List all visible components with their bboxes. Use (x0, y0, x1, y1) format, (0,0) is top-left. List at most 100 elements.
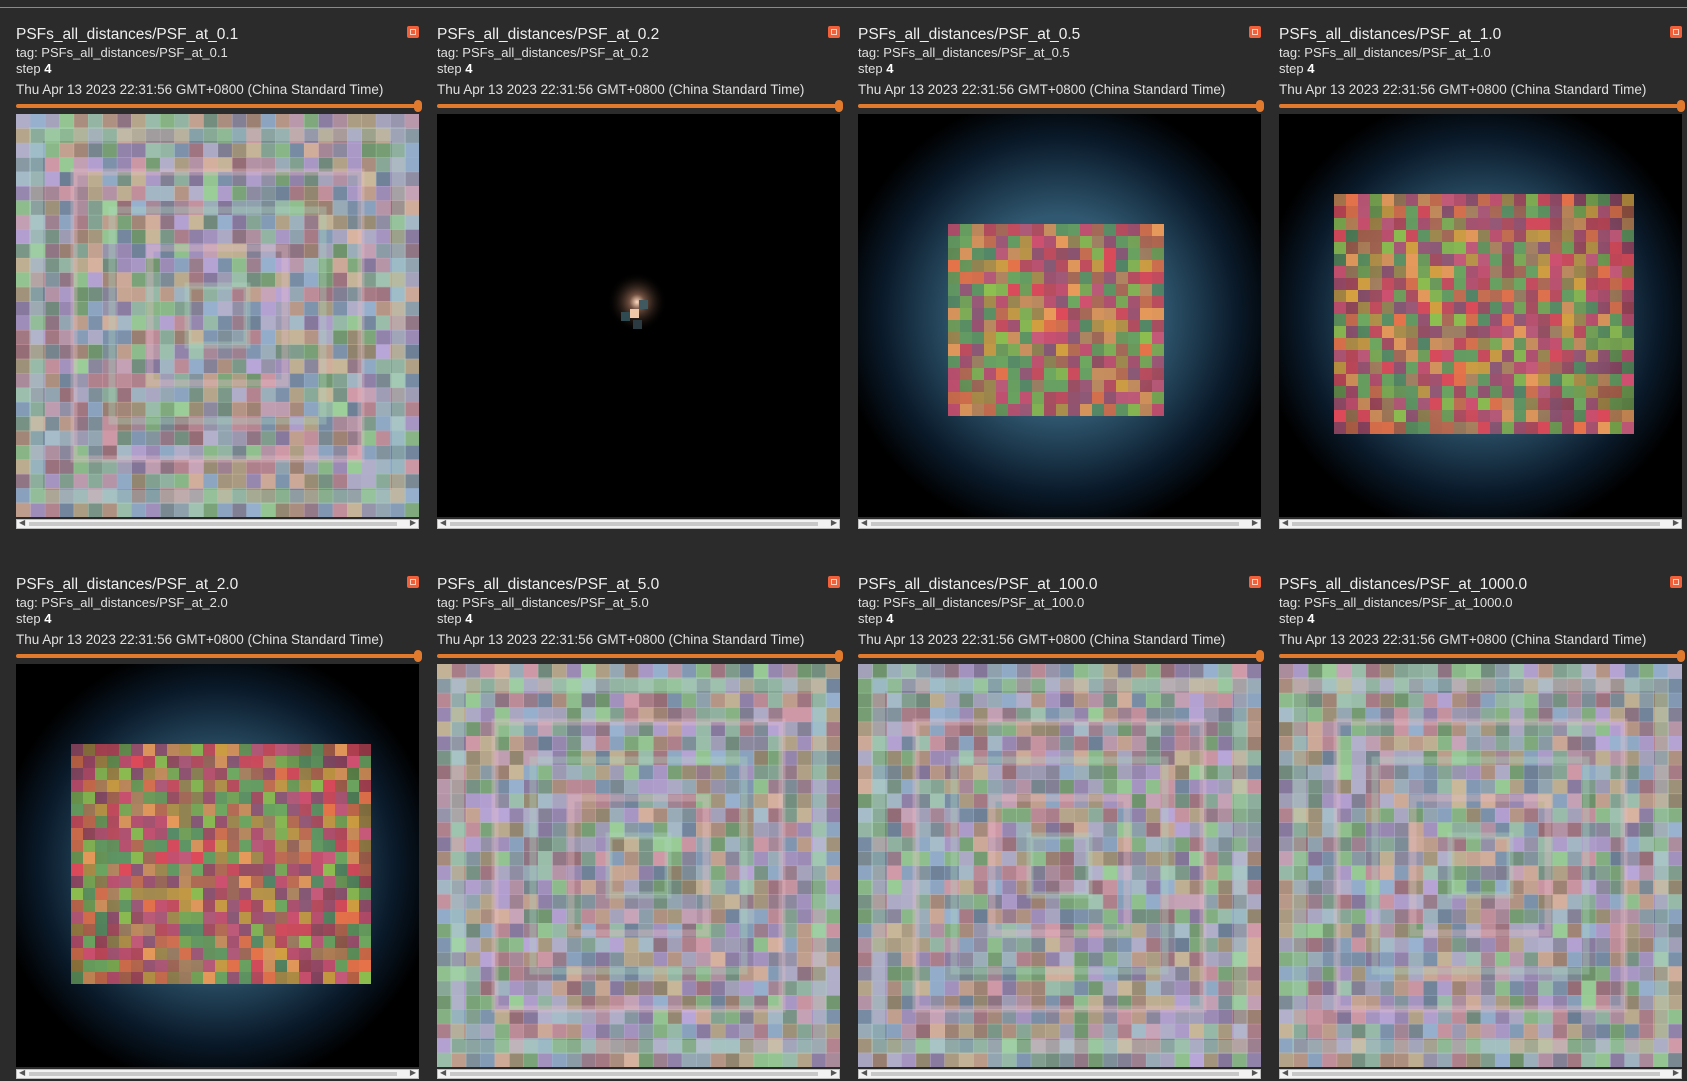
card-step: step 4 (1279, 611, 1314, 626)
scroll-right-icon[interactable]: ▶ (831, 1068, 837, 1078)
psf-image (437, 664, 840, 1067)
step-slider[interactable] (437, 650, 843, 662)
scroll-right-icon[interactable]: ▶ (831, 518, 837, 528)
step-slider[interactable] (16, 100, 422, 112)
card-step: step 4 (437, 61, 472, 76)
scroll-left-icon[interactable]: ◀ (19, 1068, 25, 1078)
card-tag: tag: PSFs_all_distances/PSF_at_100.0 (858, 595, 1085, 610)
card-step: step 4 (1279, 61, 1314, 76)
step-label: step (858, 611, 883, 626)
scroll-right-icon[interactable]: ▶ (1252, 518, 1258, 528)
image-card: PSFs_all_distances/PSF_at_0.1 tag: PSFs_… (0, 0, 422, 529)
horizontal-scrollbar[interactable]: ◀ ▶ (16, 518, 419, 529)
scrollbar-thumb[interactable] (871, 1072, 1239, 1076)
expand-icon[interactable] (1670, 576, 1682, 588)
image-card: PSFs_all_distances/PSF_at_2.0 tag: PSFs_… (0, 550, 422, 1079)
expand-icon[interactable] (828, 26, 840, 38)
scrollbar-thumb[interactable] (29, 1072, 397, 1076)
step-value: 4 (44, 611, 52, 626)
card-title: PSFs_all_distances/PSF_at_1000.0 (1279, 576, 1528, 593)
psf-image (858, 114, 1261, 517)
expand-icon[interactable] (407, 26, 419, 38)
scroll-left-icon[interactable]: ◀ (861, 1068, 867, 1078)
psf-image (437, 114, 840, 517)
step-slider[interactable] (858, 650, 1264, 662)
step-slider[interactable] (858, 100, 1264, 112)
card-timestamp: Thu Apr 13 2023 22:31:56 GMT+0800 (China… (16, 632, 384, 647)
scroll-right-icon[interactable]: ▶ (1673, 1068, 1679, 1078)
step-value: 4 (886, 61, 894, 76)
step-slider[interactable] (1279, 650, 1685, 662)
expand-icon[interactable] (1249, 26, 1261, 38)
card-step: step 4 (858, 611, 893, 626)
scroll-left-icon[interactable]: ◀ (19, 518, 25, 528)
psf-image (1279, 114, 1682, 517)
card-timestamp: Thu Apr 13 2023 22:31:56 GMT+0800 (China… (437, 632, 805, 647)
image-card: PSFs_all_distances/PSF_at_0.5 tag: PSFs_… (842, 0, 1264, 529)
image-card-grid: PSFs_all_distances/PSF_at_0.1 tag: PSFs_… (0, 0, 1687, 1081)
step-slider[interactable] (1279, 100, 1685, 112)
image-card: PSFs_all_distances/PSF_at_5.0 tag: PSFs_… (421, 550, 843, 1079)
card-title: PSFs_all_distances/PSF_at_5.0 (437, 576, 660, 593)
scroll-left-icon[interactable]: ◀ (440, 1068, 446, 1078)
scrollbar-thumb[interactable] (450, 522, 818, 526)
step-label: step (858, 61, 883, 76)
image-card: PSFs_all_distances/PSF_at_1.0 tag: PSFs_… (1263, 0, 1685, 529)
card-timestamp: Thu Apr 13 2023 22:31:56 GMT+0800 (China… (858, 632, 1226, 647)
card-timestamp: Thu Apr 13 2023 22:31:56 GMT+0800 (China… (1279, 632, 1647, 647)
step-slider[interactable] (437, 100, 843, 112)
horizontal-scrollbar[interactable]: ◀ ▶ (1279, 518, 1682, 529)
scrollbar-thumb[interactable] (450, 1072, 818, 1076)
slider-thumb[interactable] (1677, 650, 1685, 662)
horizontal-scrollbar[interactable]: ◀ ▶ (858, 518, 1261, 529)
step-value: 4 (1307, 61, 1315, 76)
step-label: step (16, 611, 41, 626)
scroll-left-icon[interactable]: ◀ (1282, 1068, 1288, 1078)
image-card: PSFs_all_distances/PSF_at_100.0 tag: PSF… (842, 550, 1264, 1079)
card-timestamp: Thu Apr 13 2023 22:31:56 GMT+0800 (China… (858, 82, 1226, 97)
scroll-left-icon[interactable]: ◀ (1282, 518, 1288, 528)
card-tag: tag: PSFs_all_distances/PSF_at_1000.0 (1279, 595, 1513, 610)
scrollbar-thumb[interactable] (29, 522, 397, 526)
expand-icon[interactable] (1249, 576, 1261, 588)
horizontal-scrollbar[interactable]: ◀ ▶ (437, 1068, 840, 1079)
step-label: step (1279, 61, 1304, 76)
scroll-right-icon[interactable]: ▶ (1252, 1068, 1258, 1078)
horizontal-scrollbar[interactable]: ◀ ▶ (437, 518, 840, 529)
step-label: step (437, 611, 462, 626)
card-title: PSFs_all_distances/PSF_at_100.0 (858, 576, 1098, 593)
card-tag: tag: PSFs_all_distances/PSF_at_5.0 (437, 595, 649, 610)
card-step: step 4 (16, 61, 51, 76)
psf-image (858, 664, 1261, 1067)
card-title: PSFs_all_distances/PSF_at_2.0 (16, 576, 239, 593)
expand-icon[interactable] (407, 576, 419, 588)
expand-icon[interactable] (1670, 26, 1682, 38)
card-timestamp: Thu Apr 13 2023 22:31:56 GMT+0800 (China… (1279, 82, 1647, 97)
scroll-left-icon[interactable]: ◀ (440, 518, 446, 528)
scroll-right-icon[interactable]: ▶ (1673, 518, 1679, 528)
card-step: step 4 (858, 61, 893, 76)
horizontal-scrollbar[interactable]: ◀ ▶ (16, 1068, 419, 1079)
scroll-left-icon[interactable]: ◀ (861, 518, 867, 528)
card-timestamp: Thu Apr 13 2023 22:31:56 GMT+0800 (China… (437, 82, 805, 97)
scroll-right-icon[interactable]: ▶ (410, 1068, 416, 1078)
slider-thumb[interactable] (1677, 100, 1685, 112)
scroll-right-icon[interactable]: ▶ (410, 518, 416, 528)
card-title: PSFs_all_distances/PSF_at_0.5 (858, 26, 1081, 43)
scrollbar-thumb[interactable] (1292, 1072, 1660, 1076)
image-card: PSFs_all_distances/PSF_at_1000.0 tag: PS… (1263, 550, 1685, 1079)
step-value: 4 (44, 61, 52, 76)
expand-icon[interactable] (828, 576, 840, 588)
card-step: step 4 (437, 611, 472, 626)
psf-image (1279, 664, 1682, 1067)
card-tag: tag: PSFs_all_distances/PSF_at_2.0 (16, 595, 228, 610)
horizontal-scrollbar[interactable]: ◀ ▶ (858, 1068, 1261, 1079)
scrollbar-thumb[interactable] (1292, 522, 1660, 526)
card-tag: tag: PSFs_all_distances/PSF_at_1.0 (1279, 45, 1491, 60)
step-label: step (1279, 611, 1304, 626)
step-slider[interactable] (16, 650, 422, 662)
scrollbar-thumb[interactable] (871, 522, 1239, 526)
step-value: 4 (465, 61, 473, 76)
horizontal-scrollbar[interactable]: ◀ ▶ (1279, 1068, 1682, 1079)
card-tag: tag: PSFs_all_distances/PSF_at_0.2 (437, 45, 649, 60)
